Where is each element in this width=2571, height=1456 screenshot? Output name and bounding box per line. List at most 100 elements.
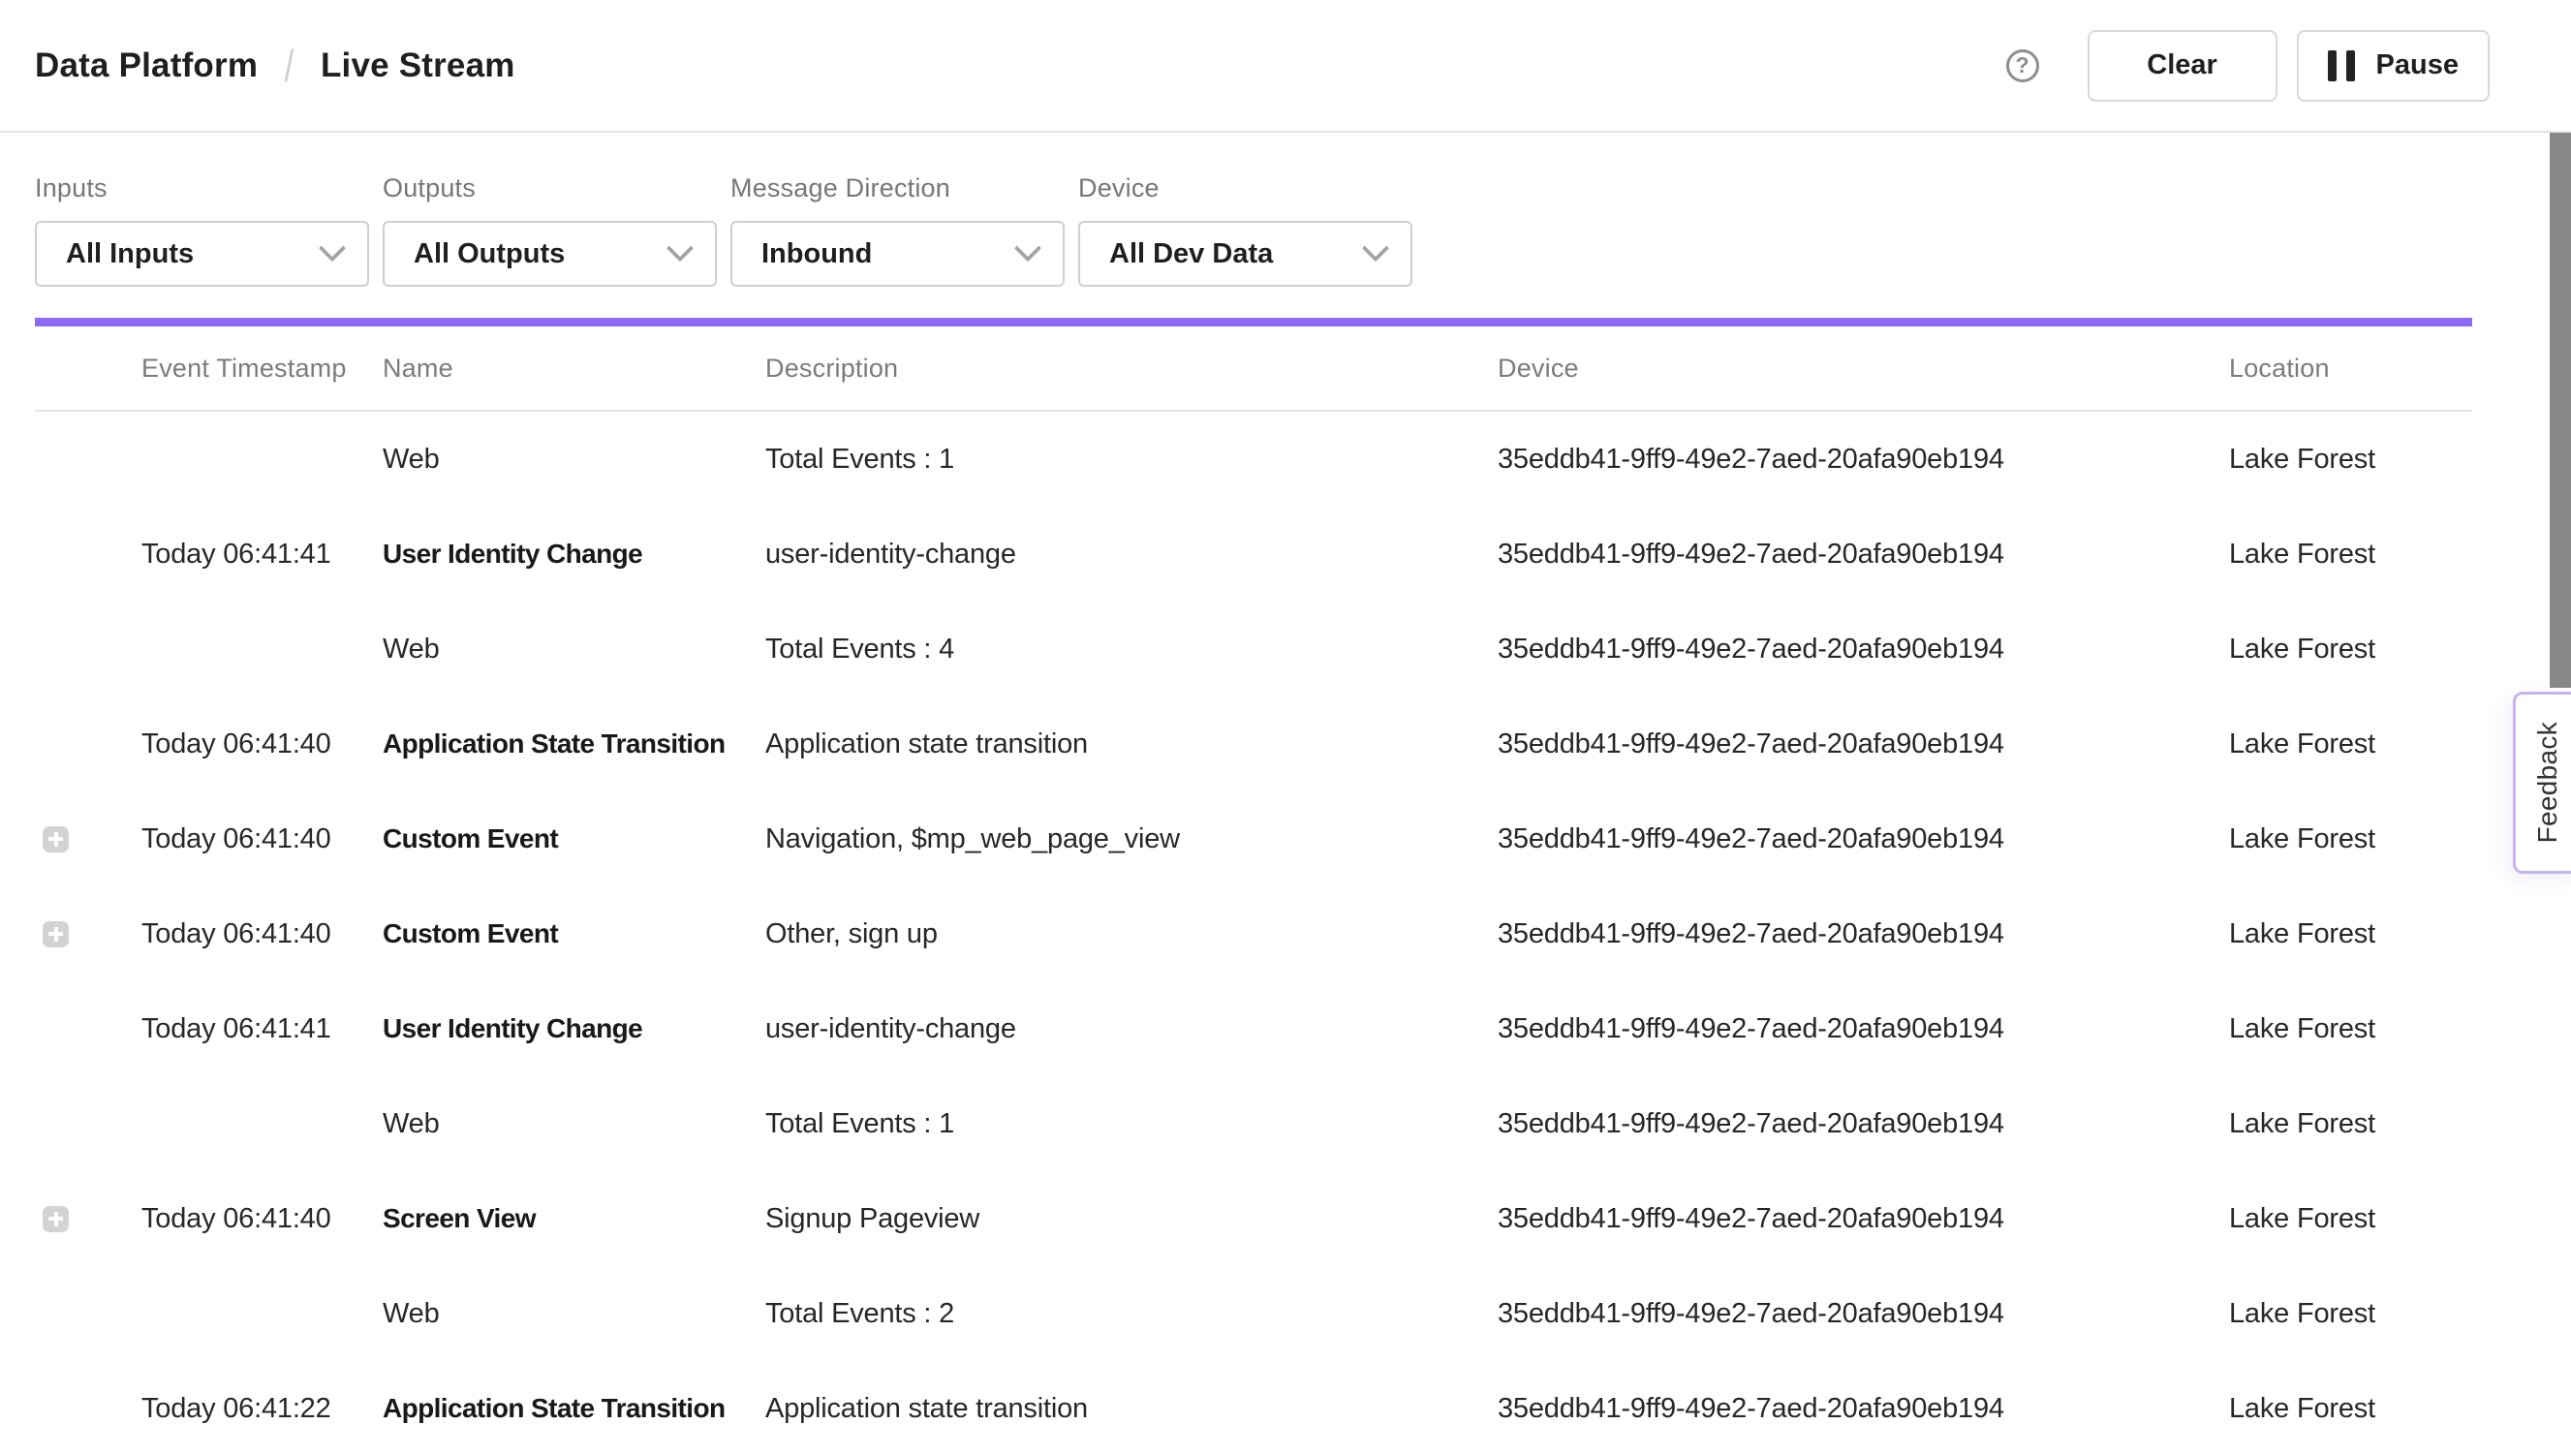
table-row[interactable]: Web Total Events : 2 35eddb41-9ff9-49e2-… xyxy=(35,1266,2472,1361)
expand-cell xyxy=(35,921,141,947)
device-select-value: All Dev Data xyxy=(1109,238,1273,270)
table-row[interactable]: Today 06:41:40 Screen View Signup Pagevi… xyxy=(35,1171,2472,1266)
table-row[interactable]: Today 06:41:40 Application State Transit… xyxy=(35,697,2472,791)
event-name: Web xyxy=(383,1298,765,1330)
filter-inputs-label: Inputs xyxy=(35,173,369,203)
breadcrumb: Data Platform / Live Stream xyxy=(35,44,515,88)
event-name: Custom Event xyxy=(383,918,765,949)
filter-device-label: Device xyxy=(1078,173,1412,203)
column-header-description: Description xyxy=(765,354,1498,384)
table-row[interactable]: Today 06:41:40 Custom Event Navigation, … xyxy=(35,791,2472,886)
top-header: Data Platform / Live Stream ? Clear Paus… xyxy=(0,0,2571,133)
event-name: Web xyxy=(383,1108,765,1140)
expand-cell xyxy=(35,1016,141,1042)
accent-divider-bar xyxy=(35,318,2472,326)
event-timestamp: Today 06:41:40 xyxy=(141,1203,383,1235)
event-device: 35eddb41-9ff9-49e2-7aed-20afa90eb194 xyxy=(1498,823,2229,855)
feedback-tab[interactable]: Feedback xyxy=(2513,692,2571,874)
vertical-scrollbar-thumb[interactable] xyxy=(2550,133,2571,688)
event-description: Total Events : 2 xyxy=(765,1298,1498,1330)
page-title: Live Stream xyxy=(321,46,515,85)
chevron-down-icon xyxy=(1362,234,1389,262)
event-description: Application state transition xyxy=(765,728,1498,760)
event-location: Lake Forest xyxy=(2229,1203,2472,1235)
help-icon[interactable]: ? xyxy=(2006,49,2039,82)
expand-cell xyxy=(35,447,141,473)
event-name: Web xyxy=(383,634,765,666)
event-name: User Identity Change xyxy=(383,1013,765,1044)
event-timestamp: Today 06:41:40 xyxy=(141,728,383,760)
table-row[interactable]: Today 06:41:40 Custom Event Other, sign … xyxy=(35,886,2472,981)
table-row[interactable]: Today 06:41:41 User Identity Change user… xyxy=(35,507,2472,602)
feedback-tab-label: Feedback xyxy=(2532,722,2563,843)
event-location: Lake Forest xyxy=(2229,1393,2472,1425)
expand-plus-icon[interactable] xyxy=(43,921,69,947)
event-description: user-identity-change xyxy=(765,1013,1498,1045)
event-timestamp: Today 06:41:40 xyxy=(141,918,383,950)
chevron-down-icon xyxy=(666,234,694,262)
event-description: Total Events : 1 xyxy=(765,1108,1498,1140)
breadcrumb-section[interactable]: Data Platform xyxy=(35,46,258,85)
expand-plus-icon[interactable] xyxy=(43,1206,69,1232)
table-row[interactable]: Today 06:41:22 Application State Transit… xyxy=(35,1361,2472,1456)
event-device: 35eddb41-9ff9-49e2-7aed-20afa90eb194 xyxy=(1498,1203,2229,1235)
column-header-location: Location xyxy=(2229,354,2472,384)
expand-cell xyxy=(35,731,141,758)
expand-cell xyxy=(35,636,141,663)
message-direction-select[interactable]: Inbound xyxy=(730,221,1065,287)
event-description: Application state transition xyxy=(765,1393,1498,1425)
filter-inputs: Inputs All Inputs xyxy=(35,173,369,287)
clear-button[interactable]: Clear xyxy=(2088,30,2277,102)
expand-cell xyxy=(35,1111,141,1137)
pause-icon xyxy=(2328,50,2355,81)
table-body: Web Total Events : 1 35eddb41-9ff9-49e2-… xyxy=(35,412,2472,1456)
event-location: Lake Forest xyxy=(2229,728,2472,760)
column-header-name: Name xyxy=(383,354,765,384)
pause-button[interactable]: Pause xyxy=(2297,30,2490,102)
outputs-select[interactable]: All Outputs xyxy=(383,221,717,287)
help-glyph: ? xyxy=(2016,52,2029,78)
filter-outputs: Outputs All Outputs xyxy=(383,173,717,287)
header-actions: ? Clear Pause xyxy=(2006,30,2490,102)
event-device: 35eddb41-9ff9-49e2-7aed-20afa90eb194 xyxy=(1498,728,2229,760)
table-row[interactable]: Today 06:41:41 User Identity Change user… xyxy=(35,981,2472,1076)
expand-plus-icon[interactable] xyxy=(43,826,69,852)
filter-outputs-label: Outputs xyxy=(383,173,717,203)
table-row[interactable]: Web Total Events : 4 35eddb41-9ff9-49e2-… xyxy=(35,602,2472,697)
event-device: 35eddb41-9ff9-49e2-7aed-20afa90eb194 xyxy=(1498,1298,2229,1330)
expand-cell xyxy=(35,1301,141,1327)
outputs-select-value: All Outputs xyxy=(414,238,565,270)
event-location: Lake Forest xyxy=(2229,634,2472,666)
clear-button-label: Clear xyxy=(2147,49,2217,81)
event-name: Application State Transition xyxy=(383,1393,765,1424)
event-name: Screen View xyxy=(383,1203,765,1234)
event-timestamp: Today 06:41:41 xyxy=(141,1013,383,1045)
table-row[interactable]: Web Total Events : 1 35eddb41-9ff9-49e2-… xyxy=(35,412,2472,507)
event-timestamp: Today 06:41:41 xyxy=(141,539,383,571)
event-name: Application State Transition xyxy=(383,728,765,759)
event-device: 35eddb41-9ff9-49e2-7aed-20afa90eb194 xyxy=(1498,1393,2229,1425)
filter-message-direction: Message Direction Inbound xyxy=(730,173,1065,287)
expand-cell xyxy=(35,1396,141,1422)
table-row[interactable]: Web Total Events : 1 35eddb41-9ff9-49e2-… xyxy=(35,1076,2472,1171)
filter-device: Device All Dev Data xyxy=(1078,173,1412,287)
event-location: Lake Forest xyxy=(2229,539,2472,571)
filter-message-direction-label: Message Direction xyxy=(730,173,1065,203)
event-device: 35eddb41-9ff9-49e2-7aed-20afa90eb194 xyxy=(1498,444,2229,476)
event-device: 35eddb41-9ff9-49e2-7aed-20afa90eb194 xyxy=(1498,539,2229,571)
device-select[interactable]: All Dev Data xyxy=(1078,221,1412,287)
event-timestamp: Today 06:41:40 xyxy=(141,823,383,855)
event-description: user-identity-change xyxy=(765,539,1498,571)
event-location: Lake Forest xyxy=(2229,918,2472,950)
event-description: Total Events : 4 xyxy=(765,634,1498,666)
table-header-row: Event Timestamp Name Description Device … xyxy=(35,326,2472,412)
breadcrumb-separator: / xyxy=(285,44,294,88)
filters-bar: Inputs All Inputs Outputs All Outputs Me… xyxy=(0,133,2571,287)
inputs-select-value: All Inputs xyxy=(66,238,194,270)
event-name: Custom Event xyxy=(383,823,765,854)
inputs-select[interactable]: All Inputs xyxy=(35,221,369,287)
event-name: User Identity Change xyxy=(383,539,765,570)
event-device: 35eddb41-9ff9-49e2-7aed-20afa90eb194 xyxy=(1498,1108,2229,1140)
expand-cell xyxy=(35,826,141,852)
event-location: Lake Forest xyxy=(2229,1298,2472,1330)
